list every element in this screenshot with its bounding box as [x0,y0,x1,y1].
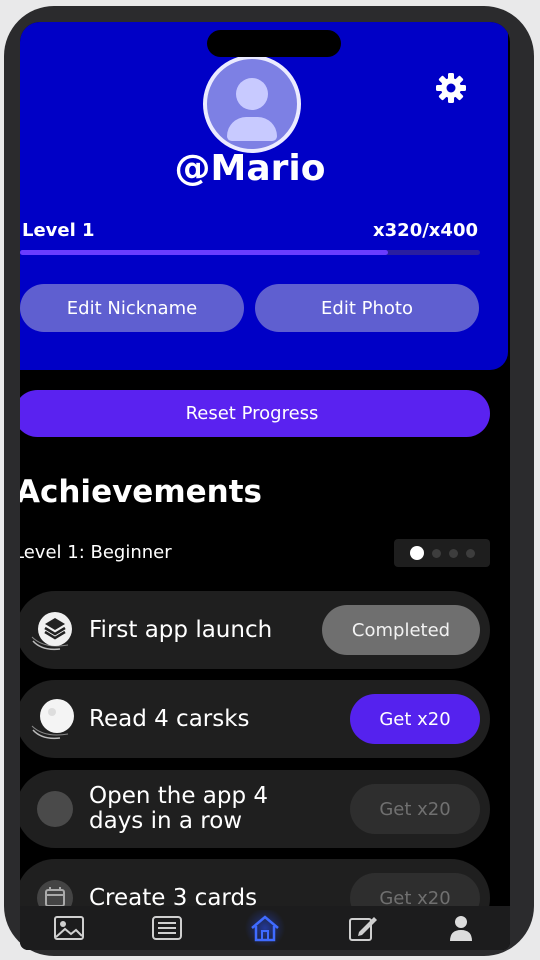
nickname: @Mario [174,148,326,189]
page-indicator[interactable] [394,539,490,567]
page-dot[interactable] [465,548,475,558]
list-icon[interactable] [147,910,187,946]
avatar-head-icon [236,78,268,110]
avatar-body-icon [227,117,277,141]
reset-progress-button[interactable]: Reset Progress [20,390,490,437]
achievement-title: Read 4 carsks [89,705,250,732]
layers-icon [30,605,80,655]
xp-progress-bar [20,250,480,255]
bottom-nav [20,906,510,950]
home-icon[interactable] [245,910,285,946]
gallery-icon[interactable] [49,910,89,946]
moon-icon [30,694,80,744]
avatar[interactable] [203,55,301,153]
achievement-title: First app launch [89,616,273,643]
circle-icon [30,784,80,834]
achievement-card: Read 4 carsks Get x20 [20,680,490,758]
achievement-level-name: Level 1: Beginner [20,542,172,563]
profile-icon[interactable] [441,910,481,946]
xp-label: x320/x400 [373,220,478,241]
achievements-heading: Achievements [20,474,262,510]
level-label: Level 1 [22,220,95,241]
profile-header: @Mario Level 1 x320/x400 Edit Nickname E… [20,22,508,370]
edit-nickname-button[interactable]: Edit Nickname [20,284,244,332]
page-dot[interactable] [431,548,441,558]
page-dot[interactable] [409,546,424,560]
achievement-card: First app launch Completed [20,591,490,669]
achievement-card: Open the app 4 days in a row Get x20 [20,770,490,848]
achievement-title: Open the app 4 days in a row [89,783,269,834]
device-frame: @Mario Level 1 x320/x400 Edit Nickname E… [4,6,534,956]
completed-button[interactable]: Completed [322,605,480,655]
edit-photo-button[interactable]: Edit Photo [255,284,479,332]
gear-icon[interactable] [433,70,469,106]
page-dot[interactable] [448,548,458,558]
xp-progress-fill [20,250,388,255]
device-notch [207,30,341,57]
get-reward-button[interactable]: Get x20 [350,694,480,744]
get-reward-button[interactable]: Get x20 [350,784,480,834]
edit-icon[interactable] [343,910,383,946]
app-screen: @Mario Level 1 x320/x400 Edit Nickname E… [20,22,510,950]
